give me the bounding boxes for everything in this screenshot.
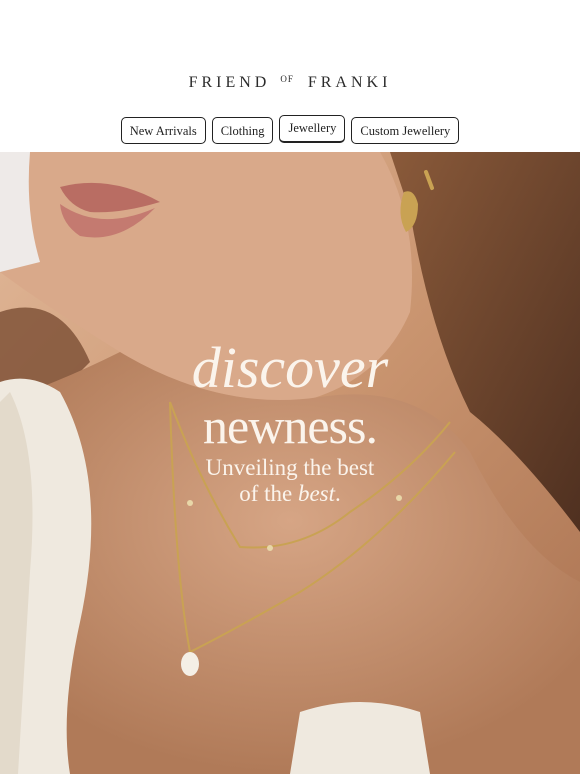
hero-subheadline: Unveiling the best of the best.: [0, 455, 580, 507]
hero-banner[interactable]: discover newness. Unveiling the best of …: [0, 152, 580, 774]
nav-clothing-button[interactable]: Clothing: [211, 117, 274, 144]
nav-new-arrivals-button[interactable]: New Arrivals: [120, 117, 206, 144]
brand-name-of: OF: [280, 74, 294, 84]
nav-jewellery-button[interactable]: Jewellery: [279, 115, 346, 143]
hero-sub-line1: Unveiling the best: [205, 455, 375, 480]
brand-name-part1: FRIEND: [188, 74, 271, 91]
nav-custom-jewellery-button[interactable]: Custom Jewellery: [351, 117, 460, 144]
hero-headline-line1: discover: [191, 335, 389, 400]
hero-sub-line2-a: of the: [239, 481, 298, 506]
brand-logo[interactable]: FRIEND OF FRANKI: [0, 74, 580, 92]
hero-sub-line2-emphasis: best: [297, 481, 336, 506]
email-header: FRIEND OF FRANKI New Arrivals Clothing J…: [0, 0, 580, 152]
hero-sub-line2-period: .: [335, 481, 341, 506]
category-nav: New Arrivals Clothing Jewellery Custom J…: [0, 115, 580, 144]
hero-sub-line2: of the best.: [0, 481, 580, 507]
brand-name-part3: FRANKI: [307, 74, 392, 91]
hero-headline-line2: newness.: [203, 398, 378, 454]
